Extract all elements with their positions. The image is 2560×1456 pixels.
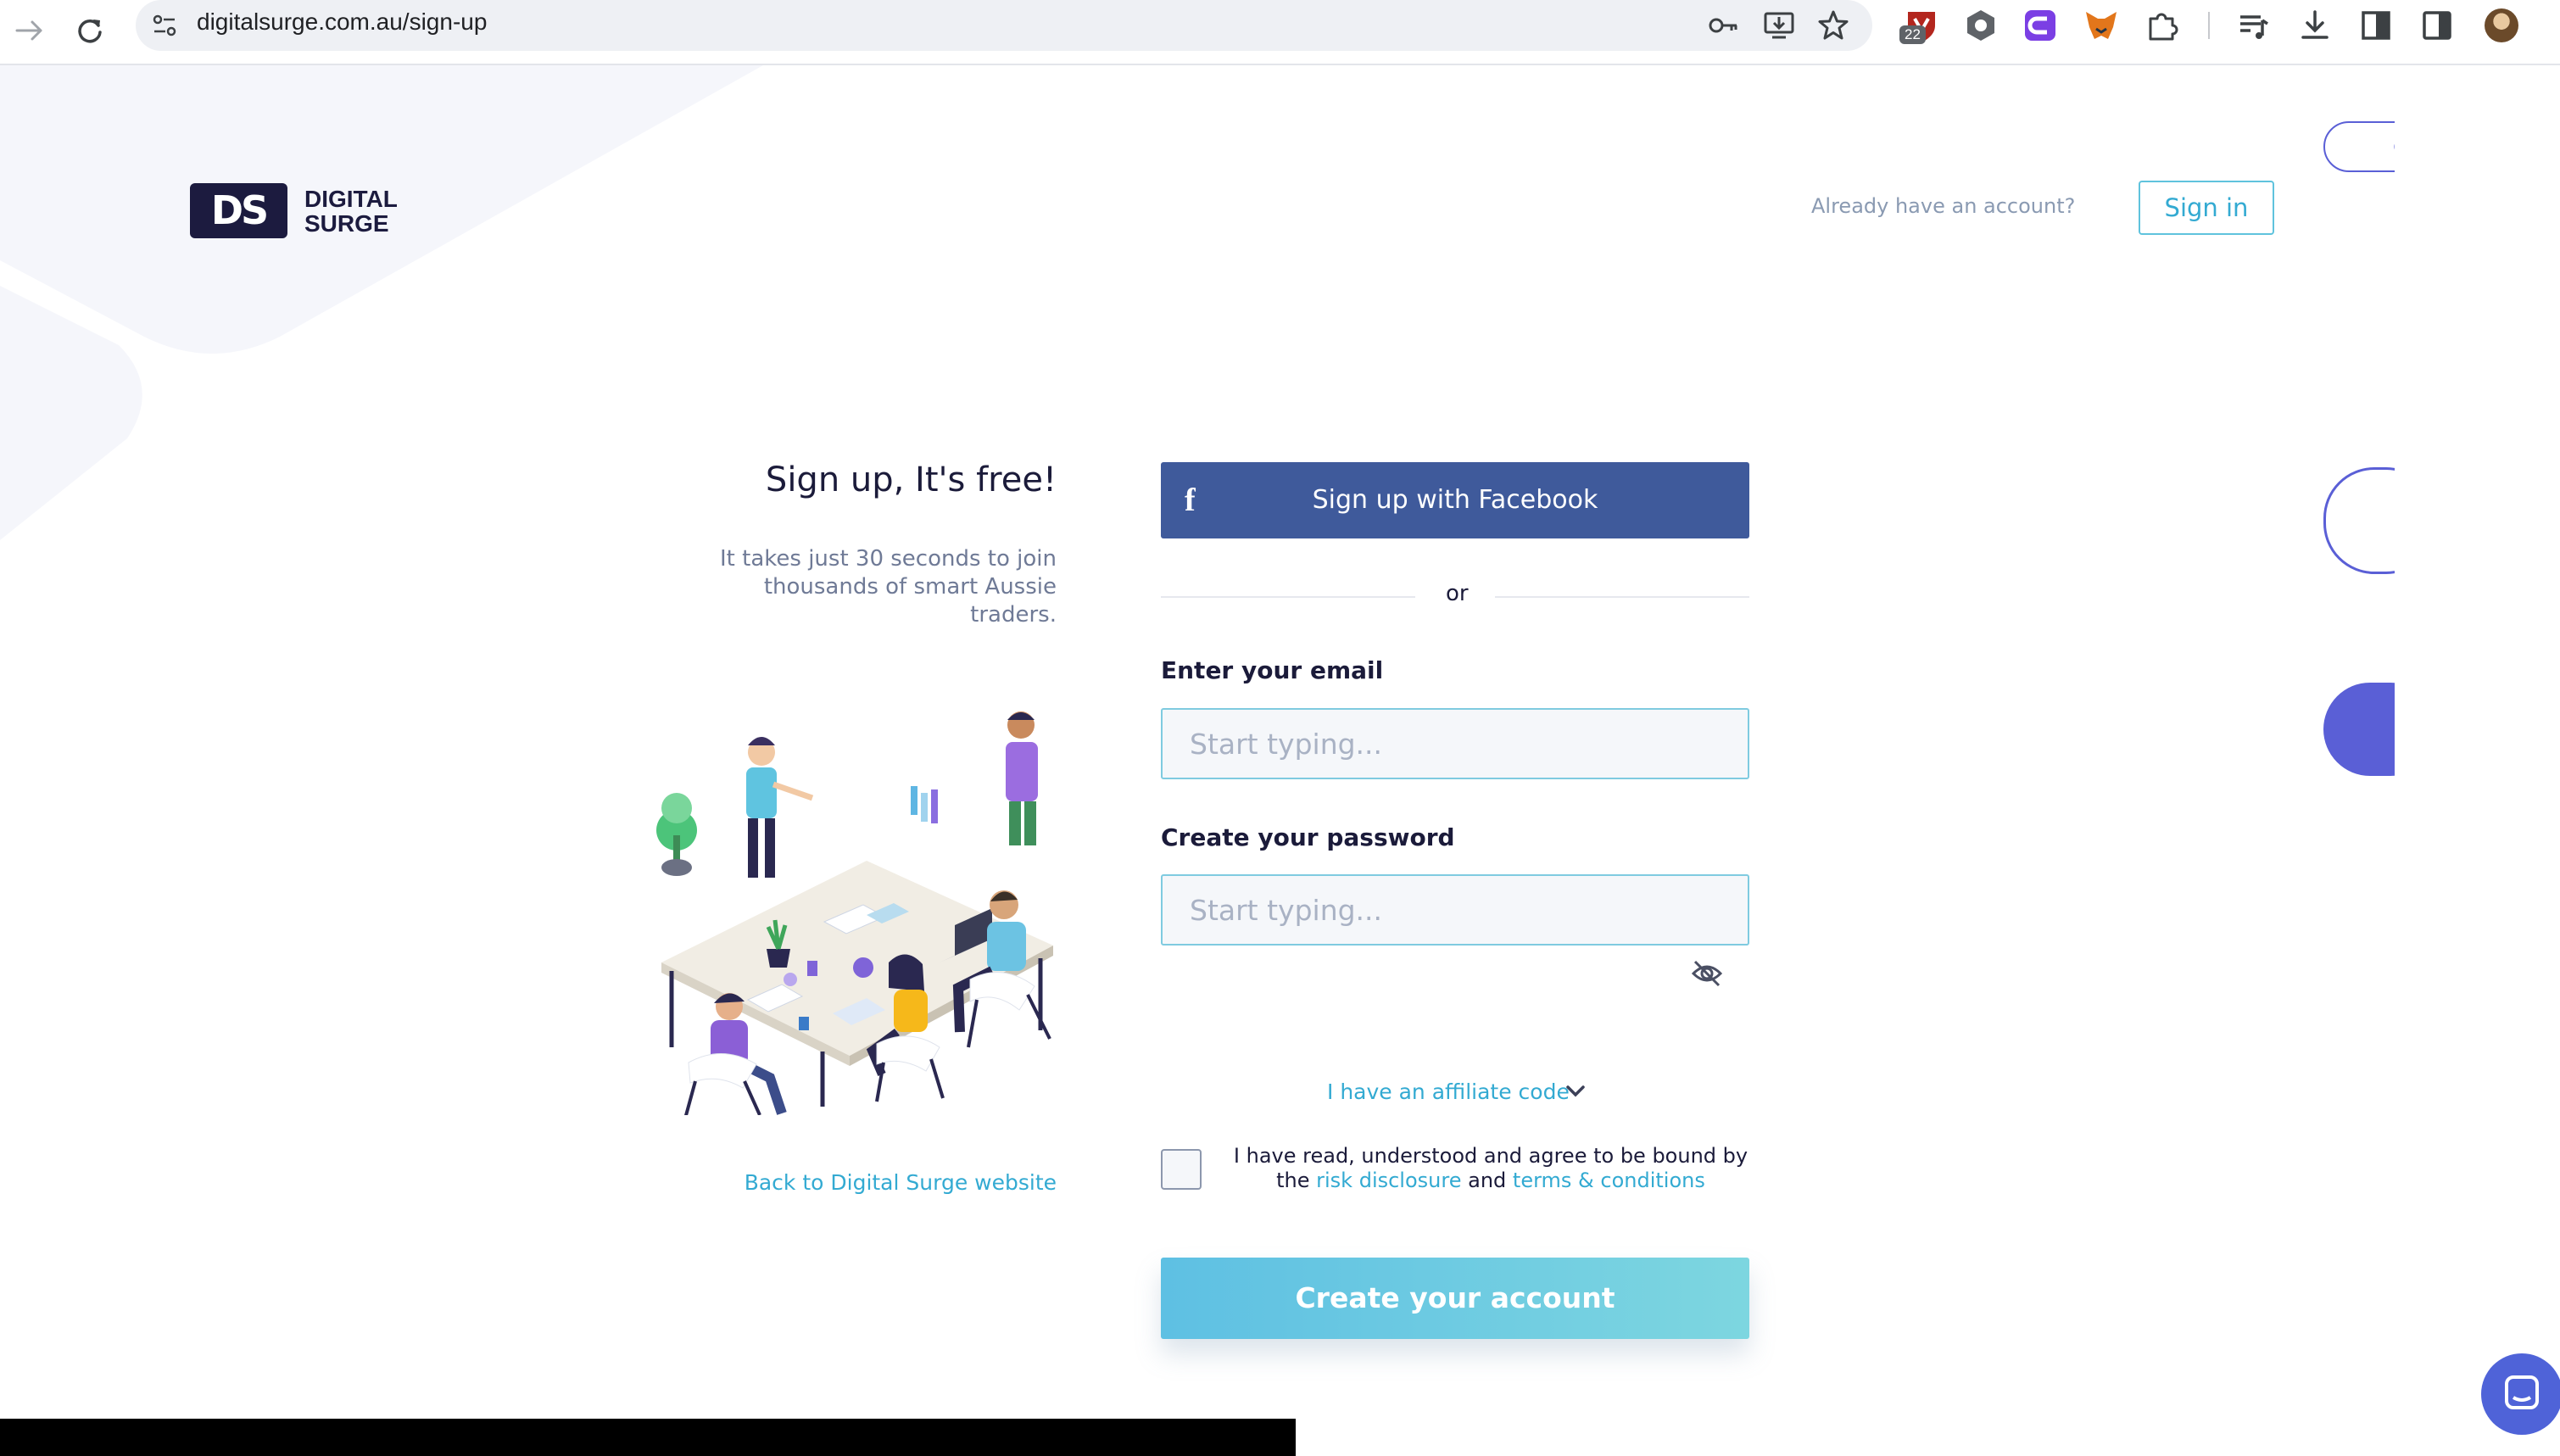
bottom-black-bar (0, 1419, 1296, 1456)
create-account-button[interactable]: Create your account (1161, 1258, 1749, 1339)
floating-edit-button[interactable] (2323, 467, 2395, 574)
logo-line-2: SURGE (304, 210, 389, 237)
hexagon-extension-icon[interactable] (1962, 7, 1999, 44)
floating-solid-button[interactable] (2323, 683, 2395, 776)
password-label: Create your password (1161, 823, 1455, 851)
install-icon[interactable] (1762, 8, 1796, 42)
star-icon[interactable] (1816, 8, 1850, 42)
already-have-account-text: Already have an account? (1811, 194, 2076, 218)
chat-icon (2505, 1375, 2539, 1409)
divider-left (1161, 596, 1415, 598)
terms-and: and (1468, 1169, 1507, 1192)
floating-pill-text: ce (2393, 133, 2395, 159)
affiliate-code-toggle[interactable]: I have an affiliate code (1327, 1079, 1570, 1104)
side-panel-icon[interactable] (2357, 7, 2395, 44)
logo-wordmark: DIGITAL SURGE (304, 187, 398, 236)
sign-in-button[interactable]: Sign in (2139, 181, 2274, 235)
eye-off-icon[interactable] (1690, 958, 1724, 989)
signup-page: DS DIGITAL SURGE Already have an account… (0, 65, 2395, 1456)
logo-mark: DS (190, 183, 287, 238)
page-title: Sign up, It's free! (765, 460, 1057, 499)
team-meeting-illustration (656, 711, 1053, 1115)
profile-avatar[interactable] (2485, 8, 2518, 42)
reload-icon[interactable] (68, 8, 112, 53)
facebook-signup-label: Sign up with Facebook (1312, 485, 1598, 515)
risk-disclosure-link[interactable]: risk disclosure (1316, 1169, 1461, 1192)
download-icon[interactable] (2296, 7, 2334, 44)
email-field[interactable] (1161, 708, 1749, 779)
or-divider-text: or (1446, 581, 1469, 606)
address-bar[interactable]: digitalsurge.com.au/sign-up (136, 0, 1872, 51)
divider-right (1495, 596, 1749, 598)
logo-line-1: DIGITAL (304, 186, 398, 212)
back-arrow-icon[interactable] (7, 8, 51, 53)
puzzle-icon[interactable] (2144, 7, 2181, 44)
chat-launcher-button[interactable] (2481, 1353, 2560, 1435)
terms-conditions-link[interactable]: terms & conditions (1513, 1169, 1705, 1192)
key-icon[interactable] (1706, 8, 1740, 42)
floating-pill-button[interactable]: ce (2323, 121, 2395, 172)
reading-list-icon[interactable] (2235, 7, 2273, 44)
site-info-icon[interactable] (149, 10, 180, 41)
password-field[interactable] (1161, 874, 1749, 946)
terms-checkbox[interactable] (1161, 1149, 1202, 1190)
url-text[interactable]: digitalsurge.com.au/sign-up (197, 8, 487, 36)
terms-text: I have read, understood and agree to be … (1221, 1144, 1760, 1193)
back-to-website-link[interactable]: Back to Digital Surge website (745, 1170, 1057, 1195)
pencil-icon (2394, 509, 2395, 534)
background-decoration (0, 65, 763, 540)
extension-badge: 22 (1899, 25, 1926, 44)
signup-subtext: It takes just 30 seconds to join thousan… (720, 546, 1057, 628)
facebook-signup-button[interactable]: f Sign up with Facebook (1161, 462, 1749, 538)
browser-toolbar: digitalsurge.com.au/sign-up 22 (0, 0, 2560, 65)
toolbar-separator (2208, 12, 2210, 39)
email-label: Enter your email (1161, 656, 1384, 684)
facebook-icon: f (1185, 483, 1196, 518)
purple-extension-icon[interactable] (2022, 7, 2059, 44)
split-view-icon[interactable] (2418, 7, 2456, 44)
chevron-down-icon[interactable] (1564, 1083, 1587, 1100)
fox-extension-icon[interactable] (2083, 7, 2120, 44)
